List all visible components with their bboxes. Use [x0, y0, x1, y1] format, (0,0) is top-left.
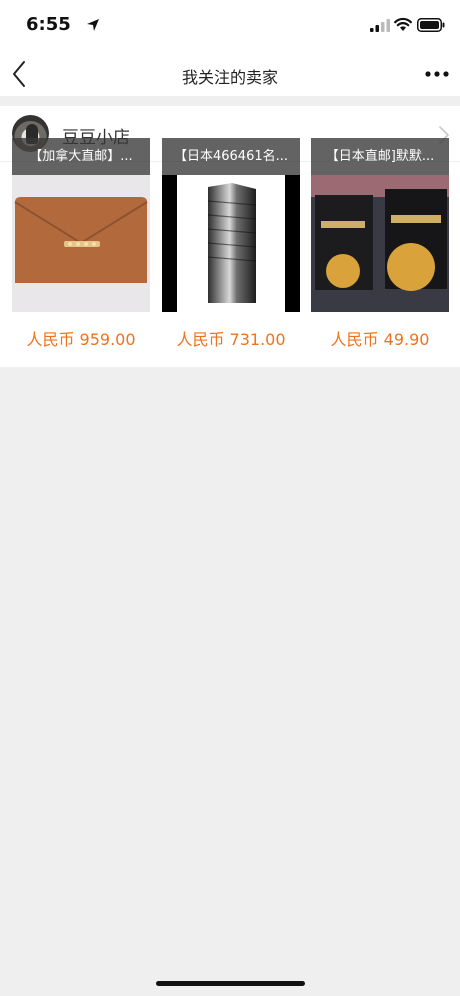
product-price: 人民币 731.00	[176, 330, 286, 349]
battery-icon	[417, 18, 445, 32]
product-title: 【日本直邮]默默...	[311, 138, 449, 175]
page-title: 我关注的卖家	[181, 68, 278, 87]
product-title: 【加拿大直邮】...	[12, 138, 150, 175]
status-time: 6:55	[26, 14, 71, 35]
product-price: 人民币 959.00	[26, 330, 136, 349]
mask-package-image	[311, 175, 449, 312]
status-bar: 6:55	[0, 0, 460, 52]
location-arrow-icon	[87, 19, 99, 31]
vase-image	[162, 175, 300, 312]
product-image	[162, 175, 300, 312]
more-button[interactable]	[424, 66, 450, 82]
handbag-image	[12, 175, 150, 312]
product-image	[12, 175, 150, 312]
product-price: 人民币 49.90	[330, 330, 430, 349]
nav-bar: 我关注的卖家	[0, 52, 460, 96]
seller-card: 豆豆小店 【加拿大直邮】... 人民币 959.00	[0, 106, 460, 367]
product-image	[311, 175, 449, 312]
product-title: 【日本466461名...	[162, 138, 300, 175]
home-indicator[interactable]	[156, 981, 305, 986]
cellular-signal-icon	[370, 19, 390, 32]
wifi-icon	[394, 17, 412, 31]
more-dots-icon	[425, 71, 449, 77]
